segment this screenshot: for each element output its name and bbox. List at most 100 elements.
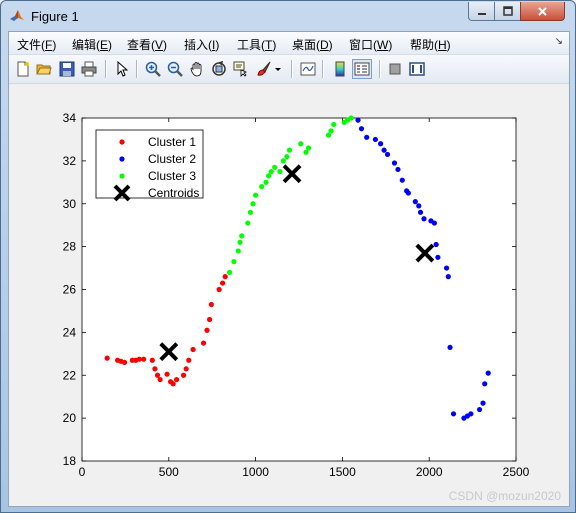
data-point: [358, 126, 365, 132]
figure-toolbar: [9, 55, 569, 84]
data-point: [480, 400, 486, 406]
minimize-icon: [477, 13, 486, 15]
y-tick-label: 22: [63, 368, 77, 382]
new-figure-button[interactable]: [13, 59, 33, 79]
data-point: [421, 216, 427, 222]
data-point: [476, 406, 483, 413]
menu-file[interactable]: 文件(F): [17, 36, 56, 53]
legend-marker: [119, 173, 125, 179]
data-point: [157, 376, 163, 383]
hide-plot-tools-button[interactable]: [385, 59, 405, 79]
menu-insert[interactable]: 插入(I): [184, 36, 219, 53]
legend-label: Centroids: [148, 186, 199, 200]
data-cursor-icon: [233, 61, 247, 77]
maximize-button[interactable]: [494, 2, 521, 21]
data-point: [355, 117, 361, 123]
open-file-button[interactable]: [34, 59, 54, 79]
print-button[interactable]: [79, 59, 99, 79]
data-point: [468, 411, 474, 417]
toolbar-separator: [105, 60, 107, 78]
brush-button[interactable]: [254, 59, 274, 79]
show-plot-tools-button[interactable]: [407, 59, 427, 79]
data-point: [412, 199, 418, 205]
zoom-out-button[interactable]: [165, 59, 185, 79]
data-point: [170, 381, 176, 387]
link-plot-button[interactable]: [298, 59, 318, 79]
brush-dropdown-button[interactable]: [273, 59, 283, 79]
legend-button[interactable]: [352, 59, 372, 79]
title-bar[interactable]: Figure 1: [1, 1, 575, 31]
rotate-3d-icon: [212, 61, 226, 76]
data-point: [222, 274, 228, 280]
menu-help[interactable]: 帮助(H): [410, 36, 451, 53]
data-point: [152, 366, 158, 372]
data-point: [208, 301, 214, 308]
menu-edit[interactable]: 编辑(E): [72, 36, 112, 53]
data-point: [174, 376, 180, 383]
x-tick-label: 500: [159, 465, 179, 479]
matlab-logo-icon: [10, 10, 24, 21]
data-point: [399, 177, 405, 183]
edit-plot-button[interactable]: [112, 59, 132, 79]
data-point: [245, 220, 251, 226]
data-point: [216, 286, 222, 293]
pan-button[interactable]: [187, 59, 207, 79]
menu-desktop[interactable]: 桌面(D): [292, 36, 333, 53]
legend-label: Cluster 2: [148, 152, 196, 166]
data-point: [443, 265, 450, 271]
data-point: [272, 164, 278, 170]
toolbar-separator: [322, 60, 324, 78]
y-tick-label: 28: [63, 240, 77, 254]
link-plot-icon: [300, 62, 316, 76]
data-point: [445, 274, 451, 280]
x-tick-label: 1500: [329, 465, 356, 479]
rotate-3d-button[interactable]: [209, 59, 229, 79]
colorbar-icon: [335, 61, 345, 77]
data-cursor-button[interactable]: [231, 59, 251, 79]
data-point: [253, 192, 259, 198]
save-icon: [59, 61, 75, 77]
data-point: [348, 115, 354, 121]
open-file-icon: [36, 64, 52, 75]
data-point: [183, 366, 189, 372]
data-point: [384, 151, 391, 158]
data-point: [405, 190, 411, 196]
toolbar-separator: [291, 60, 293, 78]
minimize-button[interactable]: [468, 2, 495, 21]
menu-overflow-arrow-icon[interactable]: ↘: [555, 36, 563, 47]
legend[interactable]: Cluster 1 Cluster 2 Cluster 3 Centroids: [95, 129, 204, 202]
data-point: [277, 168, 283, 175]
close-button[interactable]: [520, 2, 565, 21]
window-title: Figure 1: [31, 9, 79, 24]
legend-label: Cluster 3: [148, 169, 196, 183]
menu-window[interactable]: 窗口(W): [349, 36, 392, 53]
data-point: [305, 145, 312, 151]
save-button[interactable]: [57, 59, 77, 79]
data-point: [263, 179, 269, 185]
data-point: [416, 203, 422, 209]
colorbar-button[interactable]: [330, 59, 350, 79]
data-point: [372, 136, 378, 143]
zoom-in-button[interactable]: [143, 59, 163, 79]
y-tick-label: 34: [63, 111, 77, 125]
y-tick-label: 20: [63, 411, 77, 425]
maximize-icon: [502, 6, 513, 16]
toolbar-separator: [379, 60, 381, 78]
data-point: [250, 201, 256, 207]
data-point: [235, 248, 241, 254]
data-point: [328, 128, 334, 134]
legend-marker: [119, 139, 125, 145]
menu-view[interactable]: 查看(V): [127, 36, 167, 53]
data-point: [186, 357, 192, 363]
y-tick-label: 30: [63, 197, 77, 211]
data-point: [200, 340, 207, 346]
data-point: [435, 254, 441, 260]
menu-tools[interactable]: 工具(T): [237, 36, 276, 53]
data-point: [331, 121, 337, 128]
brush-icon: [257, 61, 271, 76]
data-point: [206, 316, 213, 323]
data-point: [259, 184, 265, 190]
data-point: [104, 355, 110, 361]
scatter-chart[interactable]: 0 500 1000 1500 2000 2500 18 20 22 24 26 28 30 32 34 C…: [9, 84, 569, 506]
data-point: [237, 239, 243, 245]
